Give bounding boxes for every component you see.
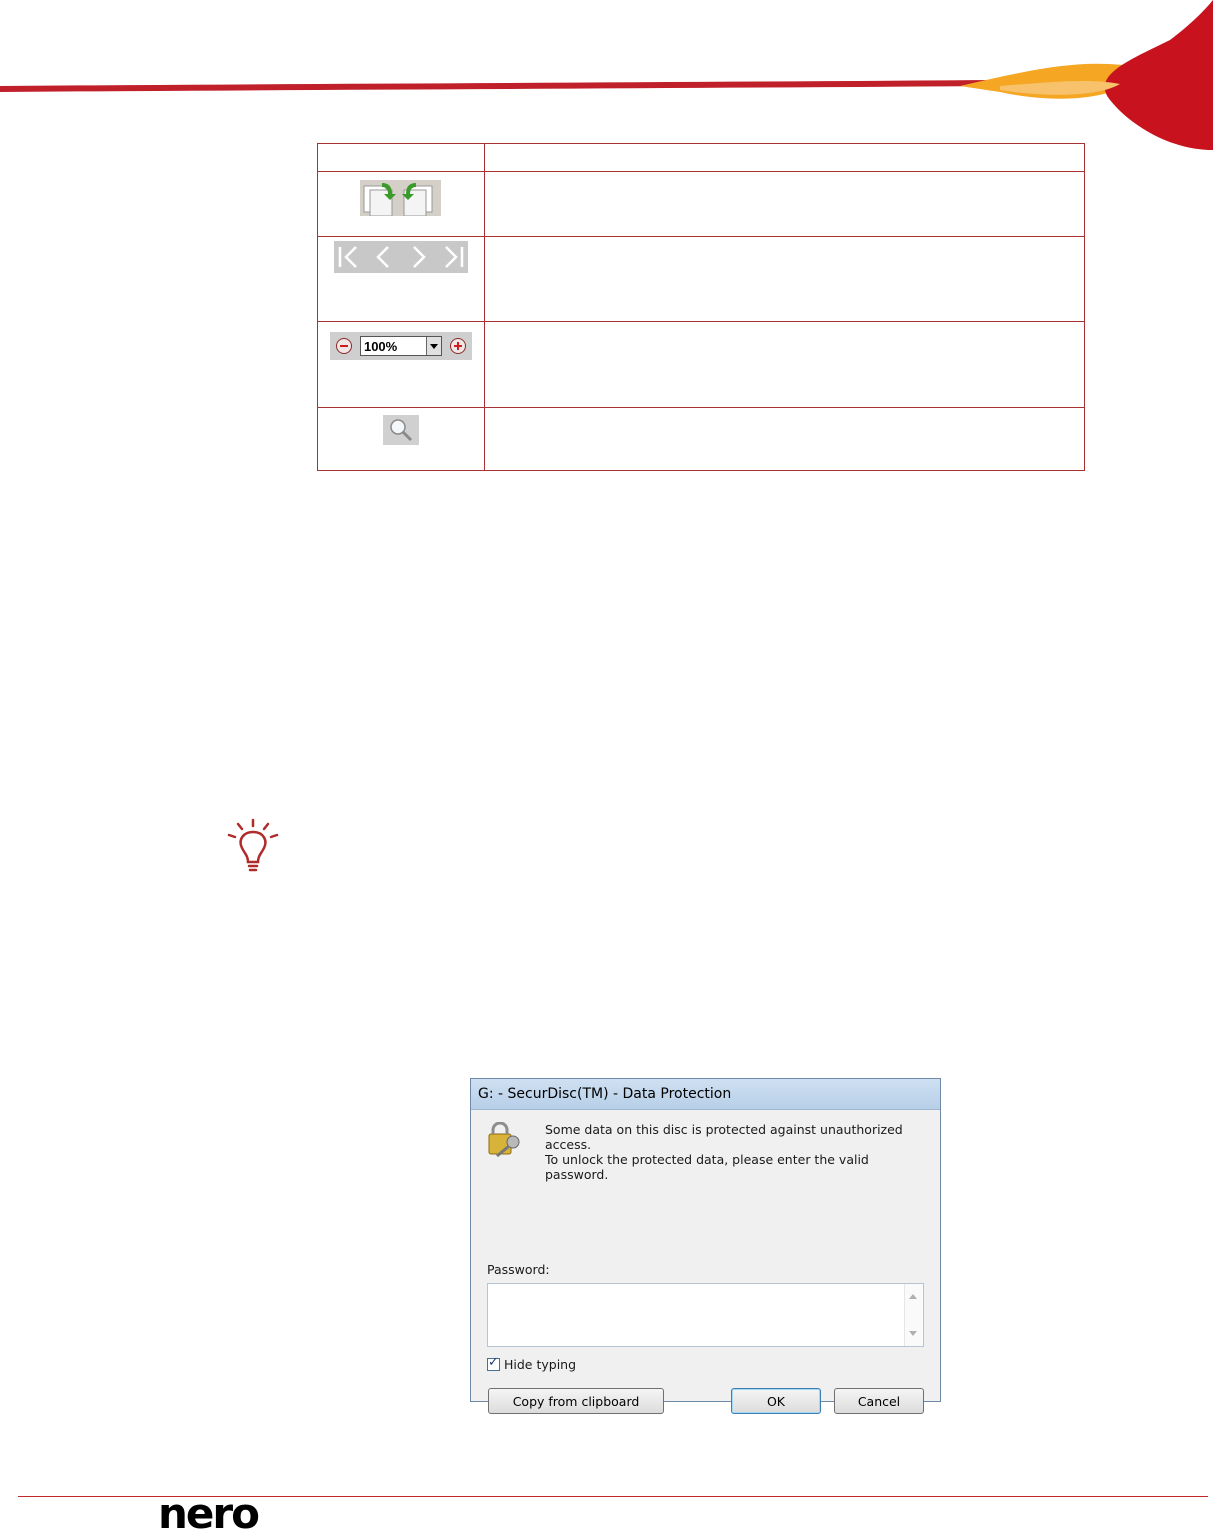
message-line: Some data on this disc is protected agai… xyxy=(545,1122,903,1152)
rotate-pages-icon xyxy=(360,180,442,216)
table-row xyxy=(317,171,1086,237)
copy-from-clipboard-button[interactable]: Copy from clipboard xyxy=(488,1388,664,1414)
nero-logo: nero xyxy=(158,1489,260,1538)
password-label: Password: xyxy=(487,1262,550,1277)
scroll-up-icon[interactable] xyxy=(909,1294,917,1299)
table-row: 100% xyxy=(317,321,1086,408)
description-cell xyxy=(483,171,1086,237)
password-field[interactable] xyxy=(487,1283,924,1347)
lightbulb-icon xyxy=(227,818,279,872)
hide-typing-row[interactable]: Hide typing xyxy=(487,1355,576,1372)
zoom-select: 100% xyxy=(359,336,442,356)
hide-typing-checkbox[interactable] xyxy=(487,1355,500,1371)
page-navigation-icon xyxy=(333,241,468,273)
table-row xyxy=(317,407,1086,471)
table-header-row xyxy=(317,143,1086,172)
header-cell-description xyxy=(483,143,1086,172)
zoom-control-icon: 100% xyxy=(329,332,472,360)
cancel-button[interactable]: Cancel xyxy=(834,1388,924,1414)
hide-typing-label[interactable]: Hide typing xyxy=(504,1357,576,1372)
zoom-out-icon xyxy=(335,338,352,354)
dialog-message: Some data on this disc is protected agai… xyxy=(545,1122,935,1182)
description-cell xyxy=(483,321,1086,408)
zoom-in-icon xyxy=(449,338,466,354)
toolbar-icon-table: 100% xyxy=(317,143,1086,471)
message-line: To unlock the protected data, please ent… xyxy=(545,1152,869,1182)
dialog-titlebar[interactable]: G: - SecurDisc(TM) - Data Protection xyxy=(471,1079,940,1110)
lock-key-icon xyxy=(488,1122,520,1158)
dialog-title: G: - SecurDisc(TM) - Data Protection xyxy=(478,1086,732,1102)
zoom-value: 100% xyxy=(363,338,398,354)
header-cell-icon xyxy=(317,143,485,172)
ok-button[interactable]: OK xyxy=(731,1388,821,1414)
scroll-down-icon[interactable] xyxy=(909,1331,917,1336)
password-scrollbar[interactable] xyxy=(904,1284,923,1346)
header-swoosh-graphic xyxy=(0,0,1213,150)
description-cell xyxy=(483,407,1086,471)
description-cell xyxy=(483,236,1086,322)
table-row xyxy=(317,236,1086,322)
securdisc-password-dialog: G: - SecurDisc(TM) - Data Protection Som… xyxy=(470,1078,941,1414)
magnifier-icon xyxy=(382,415,419,445)
chevron-down-icon xyxy=(425,337,441,355)
